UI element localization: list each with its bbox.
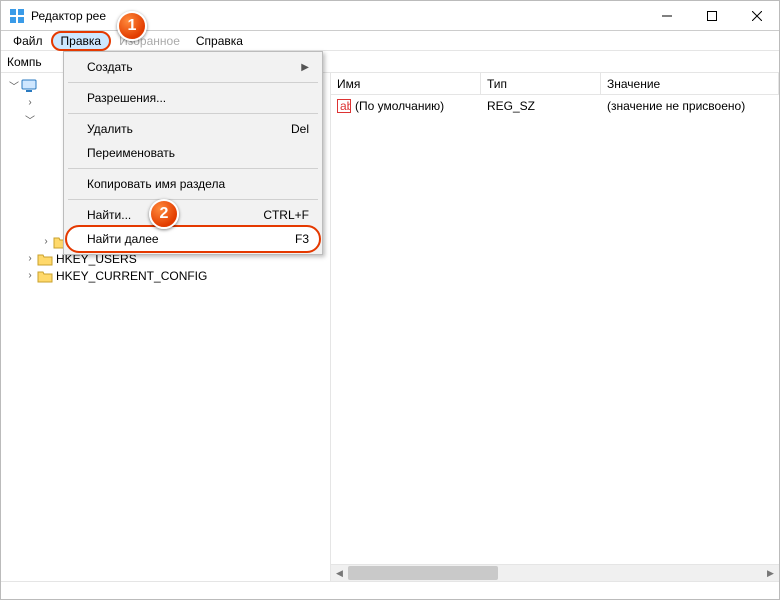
- tree-item-hkey-current-config[interactable]: › HKEY_CURRENT_CONFIG: [7, 267, 330, 284]
- statusbar: [1, 581, 779, 601]
- scroll-right-icon[interactable]: ▶: [762, 565, 779, 581]
- computer-icon: [21, 79, 37, 93]
- twisty-icon[interactable]: ›: [23, 97, 37, 108]
- scroll-left-icon[interactable]: ◀: [331, 565, 348, 581]
- list-header: Имя Тип Значение: [331, 73, 779, 95]
- menubar: Файл Правка Избранное Справка: [1, 31, 779, 51]
- menu-separator: [68, 168, 318, 169]
- edit-dropdown: Создать ▶ Разрешения... Удалить Del Пере…: [63, 51, 323, 255]
- menu-file[interactable]: Файл: [5, 32, 51, 50]
- regedit-icon: [9, 8, 25, 24]
- twisty-icon[interactable]: ﹀: [23, 112, 37, 127]
- list-pane[interactable]: Имя Тип Значение ab (По умолчанию) REG_S…: [331, 73, 779, 581]
- window-controls: [644, 1, 779, 30]
- col-value[interactable]: Значение: [601, 73, 779, 94]
- twisty-icon[interactable]: ›: [39, 236, 53, 247]
- menu-separator: [68, 113, 318, 114]
- twisty-icon[interactable]: ›: [23, 253, 37, 264]
- svg-text:ab: ab: [340, 99, 351, 113]
- menu-find[interactable]: Найти... CTRL+F: [67, 203, 319, 227]
- twisty-icon[interactable]: ›: [23, 270, 37, 281]
- tree-label: HKEY_CURRENT_CONFIG: [56, 269, 207, 283]
- folder-icon: [37, 252, 53, 266]
- menu-rename[interactable]: Переименовать: [67, 141, 319, 165]
- col-name[interactable]: Имя: [331, 73, 481, 94]
- menu-find-next[interactable]: Найти далее F3: [67, 227, 319, 251]
- twisty-icon[interactable]: ﹀: [7, 78, 21, 93]
- scroll-thumb[interactable]: [348, 566, 498, 580]
- menu-copy-key-name[interactable]: Копировать имя раздела: [67, 172, 319, 196]
- scroll-track[interactable]: [348, 565, 762, 581]
- close-button[interactable]: [734, 1, 779, 30]
- minimize-button[interactable]: [644, 1, 689, 30]
- menu-create[interactable]: Создать ▶: [67, 55, 319, 79]
- list-rows: ab (По умолчанию) REG_SZ (значение не пр…: [331, 95, 779, 115]
- string-value-icon: ab: [337, 99, 351, 113]
- address-text: Компь: [7, 55, 42, 69]
- horizontal-scrollbar[interactable]: ◀ ▶: [331, 564, 779, 581]
- menu-separator: [68, 82, 318, 83]
- submenu-arrow-icon: ▶: [301, 62, 309, 73]
- menu-separator: [68, 199, 318, 200]
- maximize-button[interactable]: [689, 1, 734, 30]
- cell-value: (значение не присвоено): [601, 99, 779, 113]
- folder-icon: [37, 269, 53, 283]
- step-badge-1: 1: [117, 11, 147, 41]
- cell-type: REG_SZ: [481, 99, 601, 113]
- col-type[interactable]: Тип: [481, 73, 601, 94]
- cell-name: (По умолчанию): [355, 99, 444, 113]
- list-row[interactable]: ab (По умолчанию) REG_SZ (значение не пр…: [331, 97, 779, 115]
- step-badge-2: 2: [149, 199, 179, 229]
- menu-help[interactable]: Справка: [188, 32, 251, 50]
- menu-edit[interactable]: Правка: [51, 31, 112, 51]
- menu-delete[interactable]: Удалить Del: [67, 117, 319, 141]
- menu-permissions[interactable]: Разрешения...: [67, 86, 319, 110]
